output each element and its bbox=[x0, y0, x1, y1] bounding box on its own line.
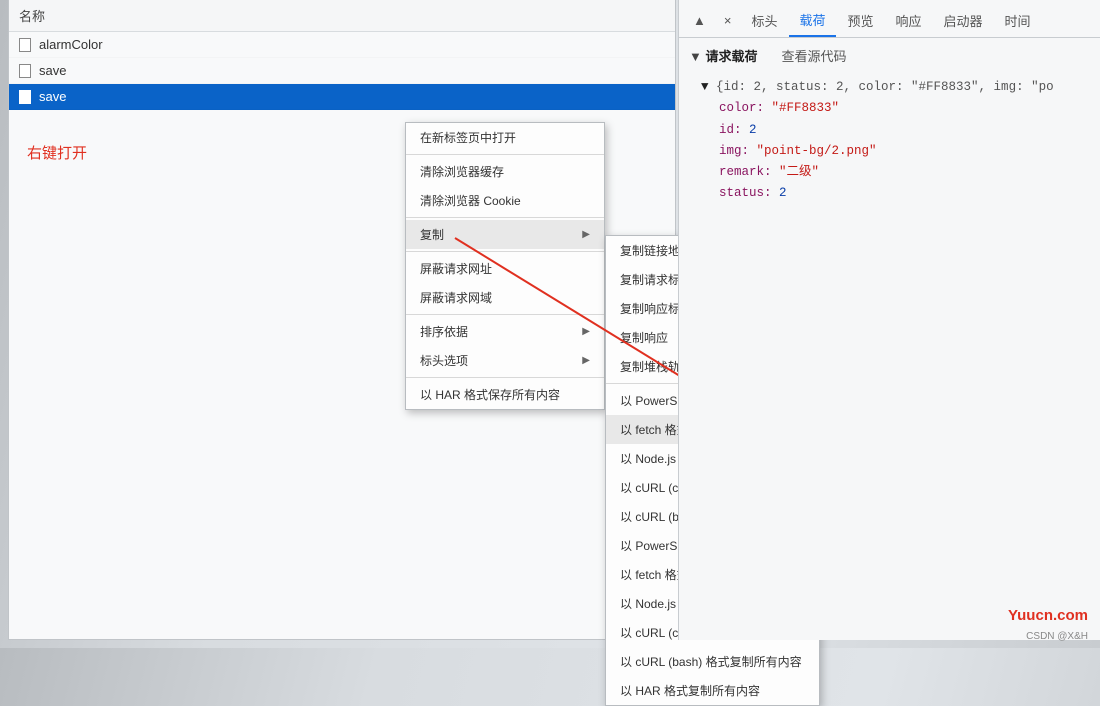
request-list: alarmColor save save bbox=[9, 32, 675, 110]
disclosure-triangle-icon: ▼ bbox=[701, 80, 716, 94]
context-menu-item[interactable]: 排序依据 ▶ bbox=[406, 317, 604, 346]
view-source-link[interactable]: 查看源代码 bbox=[782, 46, 847, 65]
context-menu-item[interactable]: 屏蔽请求网址 bbox=[406, 254, 604, 283]
context-menu-item[interactable]: 清除浏览器缓存 bbox=[406, 157, 604, 186]
context-menu-label: 在新标签页中打开 bbox=[420, 129, 516, 146]
json-property[interactable]: remark: "二级" bbox=[719, 162, 1090, 183]
submenu-arrow-icon: ▶ bbox=[582, 355, 590, 366]
json-property[interactable]: color: "#FF8833" bbox=[719, 98, 1090, 119]
payload-title: 请求载荷 bbox=[706, 49, 758, 64]
file-icon bbox=[19, 64, 31, 78]
payload-section-header[interactable]: ▼ 请求载荷 查看源代码 bbox=[679, 38, 1100, 73]
request-row-selected[interactable]: save bbox=[9, 84, 675, 110]
context-menu-label: 屏蔽请求网域 bbox=[420, 289, 492, 306]
tab-initiator[interactable]: 启动器 bbox=[934, 5, 993, 36]
payload-json-view: ▼ {id: 2, status: 2, color: "#FF8833", i… bbox=[679, 73, 1100, 215]
menu-separator bbox=[406, 314, 604, 315]
context-menu-item[interactable]: 标头选项 ▶ bbox=[406, 346, 604, 375]
devtools-detail-panel: ▲ × 标头 载荷 预览 响应 启动器 时间 ▼ 请求载荷 查看源代码 ▼ {i… bbox=[678, 0, 1100, 640]
request-name: alarmColor bbox=[39, 37, 103, 52]
menu-separator bbox=[406, 377, 604, 378]
context-menu-label: 清除浏览器缓存 bbox=[420, 163, 504, 180]
context-menu-label: 复制 bbox=[420, 226, 444, 243]
context-menu-label: 标头选项 bbox=[420, 352, 468, 369]
file-icon bbox=[19, 38, 31, 52]
context-menu-item[interactable]: 复制 ▶ bbox=[406, 220, 604, 249]
json-property[interactable]: img: "point-bg/2.png" bbox=[719, 141, 1090, 162]
menu-separator bbox=[406, 251, 604, 252]
submenu-arrow-icon: ▶ bbox=[582, 326, 590, 337]
context-menu-item[interactable]: 以 HAR 格式保存所有内容 bbox=[406, 380, 604, 409]
request-name: save bbox=[39, 89, 66, 104]
context-menu-label: 排序依据 bbox=[420, 323, 468, 340]
context-menu-label: 以 HAR 格式保存所有内容 bbox=[420, 386, 560, 403]
context-menu-label: 屏蔽请求网址 bbox=[420, 260, 492, 277]
context-menu-item[interactable]: 以 HAR 格式复制所有内容 bbox=[606, 676, 819, 705]
request-row[interactable]: alarmColor bbox=[9, 32, 675, 58]
watermark-sub: CSDN @X&H bbox=[1026, 631, 1088, 642]
tab-timing[interactable]: 时间 bbox=[995, 5, 1041, 36]
request-row[interactable]: save bbox=[9, 58, 675, 84]
watermark: Yuucn.com bbox=[1008, 607, 1088, 624]
tab-response[interactable]: 响应 bbox=[886, 5, 932, 36]
context-menu-item[interactable]: 屏蔽请求网域 bbox=[406, 283, 604, 312]
tab-payload[interactable]: 载荷 bbox=[789, 4, 835, 37]
tab-preview[interactable]: 预览 bbox=[838, 5, 884, 36]
context-menu-label: 复制响应 bbox=[620, 329, 668, 346]
context-menu: 在新标签页中打开清除浏览器缓存清除浏览器 Cookie 复制 ▶ 屏蔽请求网址屏蔽请求… bbox=[405, 122, 605, 410]
json-summary-line[interactable]: ▼ {id: 2, status: 2, color: "#FF8833", i… bbox=[701, 77, 1090, 98]
context-menu-item[interactable]: 以 cURL (bash) 格式复制所有内容 bbox=[606, 647, 819, 676]
annotation-right-click: 右键打开 bbox=[27, 142, 87, 163]
menu-separator bbox=[406, 217, 604, 218]
json-property[interactable]: status: 2 bbox=[719, 183, 1090, 204]
tab-headers[interactable]: 标头 bbox=[741, 5, 787, 36]
disclosure-triangle-icon: ▼ bbox=[689, 49, 702, 64]
close-icon[interactable]: × bbox=[716, 9, 740, 32]
column-header-name[interactable]: 名称 bbox=[9, 0, 675, 32]
menu-separator bbox=[406, 154, 604, 155]
collapse-up-icon[interactable]: ▲ bbox=[685, 9, 714, 32]
context-menu-item[interactable]: 清除浏览器 Cookie bbox=[406, 186, 604, 215]
request-name: save bbox=[39, 63, 66, 78]
submenu-arrow-icon: ▶ bbox=[582, 229, 590, 240]
context-menu-label: 以 HAR 格式复制所有内容 bbox=[620, 682, 760, 699]
context-menu-item[interactable]: 在新标签页中打开 bbox=[406, 123, 604, 152]
file-icon bbox=[19, 90, 31, 104]
context-menu-label: 清除浏览器 Cookie bbox=[420, 192, 521, 209]
detail-tabs: ▲ × 标头 载荷 预览 响应 启动器 时间 bbox=[679, 0, 1100, 38]
json-property[interactable]: id: 2 bbox=[719, 120, 1090, 141]
context-menu-label: 以 cURL (bash) 格式复制所有内容 bbox=[620, 653, 802, 670]
